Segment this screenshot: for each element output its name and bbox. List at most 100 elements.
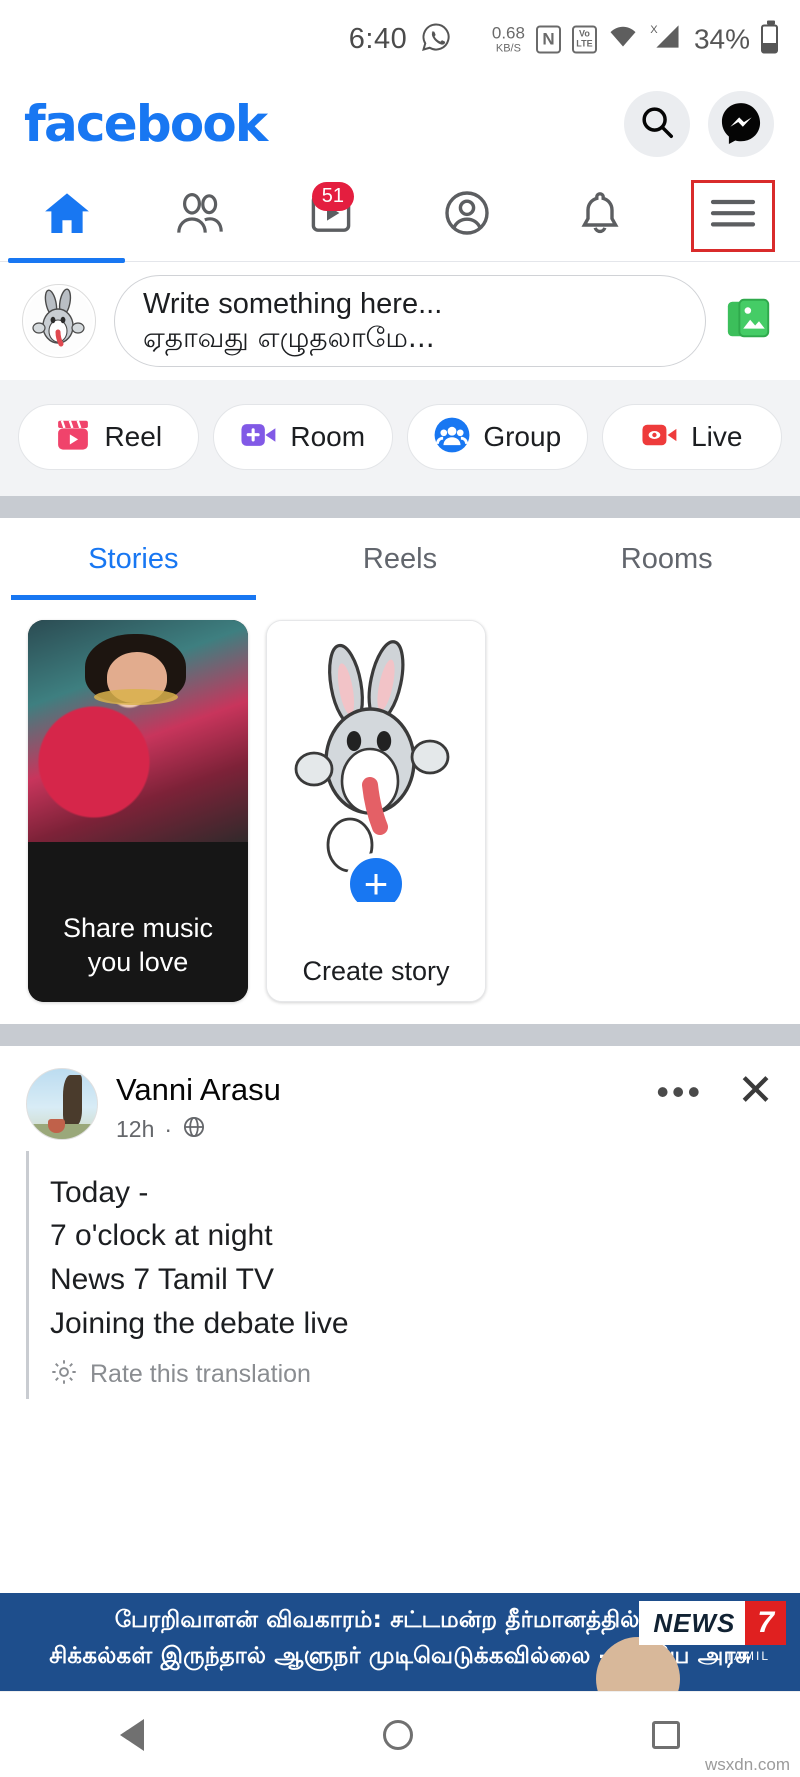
tab-stories[interactable]: Stories — [0, 518, 267, 600]
profile-icon — [443, 189, 491, 242]
app-header: facebook — [0, 78, 800, 170]
post-author-name[interactable]: Vanni Arasu — [116, 1072, 638, 1109]
post-subtitle: 12h · — [116, 1115, 638, 1145]
post-quote-bar — [26, 1150, 29, 1399]
news-logo-number: 7 — [745, 1601, 786, 1645]
create-story-label: Create story — [302, 956, 450, 986]
android-nav-bar — [0, 1691, 800, 1777]
status-time: 6:40 — [348, 22, 408, 55]
create-story[interactable]: + Create story — [266, 620, 486, 1002]
messenger-button[interactable] — [708, 91, 774, 157]
rate-translation-row[interactable]: Rate this translation — [26, 1358, 774, 1391]
home-circle-icon[interactable] — [382, 1719, 413, 1750]
plus-icon: + — [363, 859, 389, 907]
globe-icon — [182, 1115, 206, 1145]
post-line-1: Today - — [50, 1175, 149, 1209]
section-divider-1 — [0, 496, 800, 518]
story-photo — [28, 620, 248, 850]
nfc-icon: N — [535, 25, 561, 53]
tab-home[interactable] — [0, 170, 133, 263]
section-divider-2 — [0, 1024, 800, 1046]
data-rate-indicator: 0.68 KB/S — [491, 23, 525, 54]
feed-post: Vanni Arasu 12h · ••• ✕ Today - 7 o'cloc… — [0, 1046, 800, 1593]
story-caption-line2: you love — [87, 947, 189, 978]
bugs-bunny-avatar[interactable] — [22, 284, 96, 358]
tab-reels[interactable]: Reels — [267, 518, 534, 600]
group-people-icon — [433, 416, 471, 459]
status-bar-right: 0.68 KB/S N Vo LTE X 34% — [491, 20, 778, 57]
post-line-4: Joining the debate live — [50, 1306, 349, 1340]
watch-badge: 51 — [311, 182, 354, 211]
bell-icon — [578, 189, 622, 242]
post-line-3: News 7 Tamil TV — [50, 1263, 274, 1297]
news7-logo: NEWS 7 TAMIL — [639, 1601, 786, 1663]
tab-friends[interactable] — [133, 170, 266, 261]
group-button[interactable]: Group — [407, 404, 588, 470]
share-music-story[interactable]: Share music you love — [28, 620, 248, 1002]
reel-icon — [54, 416, 92, 459]
menu-highlight-box — [691, 179, 776, 252]
room-button[interactable]: Room — [212, 404, 393, 470]
post-meta: Vanni Arasu 12h · — [116, 1068, 638, 1145]
main-tab-bar: 51 — [0, 170, 800, 263]
hamburger-menu-icon — [709, 196, 757, 235]
live-label: Live — [691, 421, 743, 452]
post-text: Today - 7 o'clock at night News 7 Tamil … — [26, 1171, 774, 1346]
search-button[interactable] — [624, 91, 690, 157]
status-bar-left: 6:40 — [349, 22, 451, 57]
tab-rooms[interactable]: Rooms — [533, 518, 800, 600]
photo-gallery-icon — [724, 298, 774, 348]
home-icon — [42, 190, 92, 241]
watermark: wsxdn.com — [704, 1755, 790, 1774]
post-line-2: 7 o'clock at night — [50, 1219, 273, 1253]
reel-label: Reel — [104, 421, 163, 452]
post-author-avatar[interactable] — [26, 1068, 98, 1140]
back-triangle-icon[interactable] — [119, 1718, 144, 1751]
room-video-icon — [240, 419, 278, 456]
friends-icon — [172, 190, 228, 241]
create-story-footer: Create story — [267, 902, 485, 1001]
live-video-icon — [641, 419, 679, 456]
volte-icon: Vo LTE — [571, 25, 597, 53]
room-label: Room — [290, 421, 366, 452]
wifi-icon — [608, 24, 638, 55]
facebook-app-screen: 6:40 0.68 KB/S N Vo LTE X 34% facebook 5… — [0, 0, 800, 1777]
battery-percent: 34% — [693, 23, 750, 54]
more-options-icon[interactable]: ••• — [656, 1073, 703, 1108]
post-body: Today - 7 o'clock at night News 7 Tamil … — [0, 1145, 800, 1399]
quick-actions-section: Reel Room Group Live — [0, 380, 800, 496]
story-tab-bar: Stories Reels Rooms — [0, 518, 800, 600]
photo-gallery-button[interactable] — [724, 294, 774, 349]
header-actions — [624, 91, 774, 157]
story-caption-line1: Share music — [62, 912, 214, 943]
rate-translation-label: Rate this translation — [90, 1359, 311, 1388]
tab-notifications[interactable] — [533, 170, 666, 261]
whatsapp-icon — [421, 22, 451, 57]
close-icon[interactable]: ✕ — [737, 1069, 774, 1113]
composer-placeholder-ta: ஏதாவது எழுதலாமே... — [143, 321, 435, 355]
group-label: Group — [483, 421, 562, 452]
svg-text:X: X — [650, 24, 658, 36]
reel-button[interactable]: Reel — [18, 404, 199, 470]
live-button[interactable]: Live — [601, 404, 782, 470]
news-ticker-image[interactable]: பேரறிவாளன் விவகாரம்: சட்டமன்ற தீர்மானத்த… — [0, 1593, 800, 1691]
tab-watch[interactable]: 51 — [267, 170, 400, 261]
composer-placeholder-en: Write something here... — [143, 288, 443, 321]
story-caption: Share music you love — [28, 911, 248, 980]
status-bar: 6:40 0.68 KB/S N Vo LTE X 34% — [0, 0, 800, 78]
battery-icon — [761, 20, 778, 54]
news-logo-sub: TAMIL — [725, 1649, 770, 1663]
tab-profile[interactable] — [400, 170, 533, 261]
stories-carousel[interactable]: Share music you love + Create story — [0, 600, 800, 1024]
messenger-icon — [719, 100, 763, 149]
story-photo-jewelry — [94, 688, 178, 705]
search-icon — [638, 103, 676, 146]
post-header-actions: ••• ✕ — [656, 1068, 774, 1113]
facebook-logo: facebook — [24, 95, 268, 153]
composer-input[interactable]: Write something here... ஏதாவது எழுதலாமே.… — [114, 275, 706, 367]
post-composer: Write something here... ஏதாவது எழுதலாமே.… — [0, 262, 800, 380]
recents-square-icon[interactable] — [652, 1720, 681, 1749]
tab-menu[interactable] — [667, 170, 800, 261]
gear-icon — [50, 1358, 78, 1391]
signal-no-sim-icon: X — [649, 22, 681, 57]
